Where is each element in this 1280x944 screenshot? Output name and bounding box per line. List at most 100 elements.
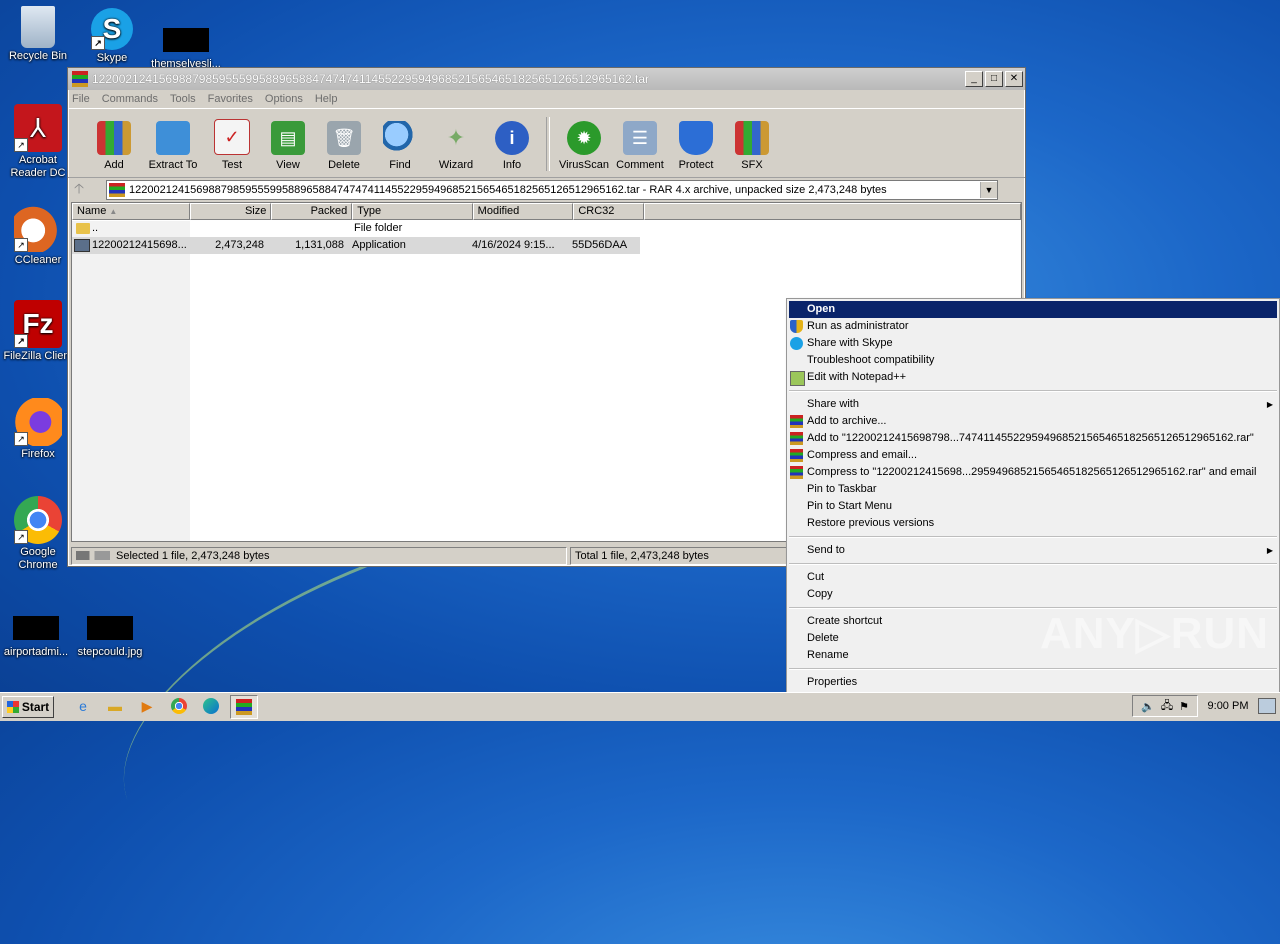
cell-modified <box>470 220 570 237</box>
taskbar: Start e ▬ ▶ 🔈 🖧 ⚑ 9:00 PM <box>0 692 1280 721</box>
menu-item-restore-versions[interactable]: Restore previous versions <box>787 515 1279 532</box>
toolbar-virusscan-button[interactable]: ✹ VirusScan <box>556 121 612 177</box>
desktop-icon-recycle-bin[interactable]: Recycle Bin <box>0 6 76 63</box>
explorer-icon[interactable]: ▬ <box>102 695 128 717</box>
menu-separator <box>789 390 1277 392</box>
menu-item-open[interactable]: Open <box>789 301 1277 318</box>
cell-type: File folder <box>354 222 403 234</box>
menu-item-properties[interactable]: Properties <box>787 674 1279 691</box>
toolbar-sfx-button[interactable]: SFX <box>724 121 780 177</box>
toolbar: Add Extract To ✓ Test ▤ View 🗑 Delete Find … <box>68 108 1025 178</box>
status-left: Selected 1 file, 2,473,248 bytes <box>71 547 567 565</box>
menu-separator <box>789 668 1277 670</box>
toolbar-label: SFX <box>741 159 763 171</box>
volume-icon[interactable]: 🔈 <box>1141 700 1155 713</box>
column-header-name[interactable]: Name ▲ <box>72 203 191 220</box>
edge-icon[interactable] <box>198 695 224 717</box>
column-header-packed[interactable]: Packed <box>271 203 353 220</box>
toolbar-protect-button[interactable]: Protect <box>668 121 724 177</box>
toolbar-label: Extract To <box>148 159 198 171</box>
desktop-icon-skype[interactable]: S ↗ Skype <box>74 8 150 65</box>
show-desktop-button[interactable] <box>1258 698 1276 714</box>
menu-favorites[interactable]: Favorites <box>208 93 253 105</box>
close-button[interactable]: ✕ <box>1005 71 1023 87</box>
menu-tools[interactable]: Tools <box>170 93 196 105</box>
column-header-type[interactable]: Type <box>352 203 473 220</box>
cell-size: 2,473,248 <box>215 239 264 251</box>
windows-logo-icon <box>6 701 19 713</box>
desktop-icon-stepcould[interactable]: stepcould.jpg <box>72 604 148 659</box>
test-icon: ✓ <box>214 119 250 155</box>
menu-help[interactable]: Help <box>315 93 338 105</box>
toolbar-info-button[interactable]: i Info <box>484 121 540 177</box>
system-tray: 🔈 🖧 ⚑ 9:00 PM <box>1132 695 1280 717</box>
toolbar-wizard-button[interactable]: ✦ Wizard <box>428 121 484 177</box>
path-combobox[interactable]: 1220021241569887985955599588965884747474… <box>106 180 998 200</box>
desktop-icon-airportadmi[interactable]: airportadmi... <box>0 604 74 659</box>
menu-commands[interactable]: Commands <box>102 93 158 105</box>
desktop-icon-filezilla[interactable]: Fz ↗ FileZilla Client <box>0 300 76 363</box>
chrome-icon[interactable] <box>166 695 192 717</box>
desktop-icon-label: Firefox <box>21 448 55 460</box>
toolbar-view-button[interactable]: ▤ View <box>260 121 316 177</box>
toolbar-comment-button[interactable]: ☰ Comment <box>612 121 668 177</box>
column-header-modified[interactable]: Modified <box>472 203 574 220</box>
maximize-button[interactable]: □ <box>985 71 1003 87</box>
chrome-icon: ↗ <box>14 496 62 544</box>
menu-item-send-to[interactable]: Send to ▶ <box>787 542 1279 559</box>
menu-item-troubleshoot[interactable]: Troubleshoot compatibility <box>787 352 1279 369</box>
window-titlebar[interactable]: 1220021241569887985955599588965884747474… <box>68 68 1025 90</box>
toolbar-label: Test <box>221 159 243 171</box>
toolbar-delete-button[interactable]: 🗑 Delete <box>316 121 372 177</box>
media-player-icon[interactable]: ▶ <box>134 695 160 717</box>
menu-item-copy[interactable]: Copy <box>787 586 1279 603</box>
menu-item-compress-email[interactable]: Compress and email... <box>787 447 1279 464</box>
menu-item-add-to-archive[interactable]: Add to archive... <box>787 413 1279 430</box>
desktop-icon-chrome[interactable]: ↗ Google Chrome <box>0 496 76 572</box>
table-row[interactable]: 12200212415698... 2,473,248 1,131,088 Ap… <box>72 237 640 254</box>
menu-file[interactable]: File <box>72 93 90 105</box>
menu-item-notepadpp[interactable]: Edit with Notepad++ <box>787 369 1279 386</box>
shield-icon <box>790 320 803 333</box>
network-icon[interactable]: 🖧 <box>1161 697 1173 716</box>
desktop-icon-ccleaner[interactable]: ↗ CCleaner <box>0 204 76 267</box>
desktop-icon-acrobat[interactable]: ⅄ ↗ Acrobat Reader DC <box>0 104 76 180</box>
menubar: File Commands Tools Favorites Options He… <box>68 90 1025 108</box>
toolbar-label: Comment <box>616 159 664 171</box>
wizard-icon: ✦ <box>446 125 466 150</box>
comment-icon: ☰ <box>623 121 657 155</box>
menu-item-pin-start[interactable]: Pin to Start Menu <box>787 498 1279 515</box>
menu-item-pin-taskbar[interactable]: Pin to Taskbar <box>787 481 1279 498</box>
up-folder-icon[interactable]: 🡡 <box>74 178 106 202</box>
chevron-down-icon[interactable]: ▼ <box>980 182 997 198</box>
desktop-icon-themselvesli[interactable]: themselvesli... <box>148 14 224 71</box>
winrar-taskbar-icon[interactable] <box>230 695 258 719</box>
clock[interactable]: 9:00 PM <box>1198 700 1258 712</box>
toolbar-extract-button[interactable]: Extract To <box>142 121 204 177</box>
menu-item-share-skype[interactable]: Share with Skype <box>787 335 1279 352</box>
menu-item-run-as-admin[interactable]: Run as administrator <box>787 318 1279 335</box>
menu-item-share-with[interactable]: Share with ▶ <box>787 396 1279 413</box>
menu-options[interactable]: Options <box>265 93 303 105</box>
address-bar: 🡡 12200212415698879859555995889658847474… <box>68 178 1025 202</box>
add-icon <box>97 121 131 155</box>
toolbar-add-button[interactable]: Add <box>86 121 142 177</box>
start-button[interactable]: Start <box>2 696 54 718</box>
column-header-size[interactable]: Size <box>190 203 272 220</box>
desktop-icon-label: Acrobat Reader DC <box>10 154 66 179</box>
minimize-button[interactable]: _ <box>965 71 983 87</box>
desktop-icon-label: Recycle Bin <box>8 50 68 62</box>
toolbar-find-button[interactable]: Find <box>372 121 428 177</box>
drive-icon <box>76 551 110 560</box>
anyrun-watermark: ANY▷RUN <box>1040 609 1270 658</box>
action-center-flag-icon[interactable]: ⚑ <box>1179 700 1189 713</box>
menu-item-compress-to-rar-email[interactable]: Compress to "12200212415698...2959496852… <box>787 464 1279 481</box>
column-header-crc32[interactable]: CRC32 <box>573 203 645 220</box>
recycle-bin-icon <box>21 6 55 48</box>
desktop-icon-firefox[interactable]: ↗ Firefox <box>0 398 76 461</box>
toolbar-test-button[interactable]: ✓ Test <box>204 119 260 177</box>
ie-icon[interactable]: e <box>70 695 96 717</box>
menu-item-add-to-rar[interactable]: Add to "12200212415698798...747411455229… <box>787 430 1279 447</box>
table-row[interactable]: .. File folder <box>72 220 1021 237</box>
menu-item-cut[interactable]: Cut <box>787 569 1279 586</box>
